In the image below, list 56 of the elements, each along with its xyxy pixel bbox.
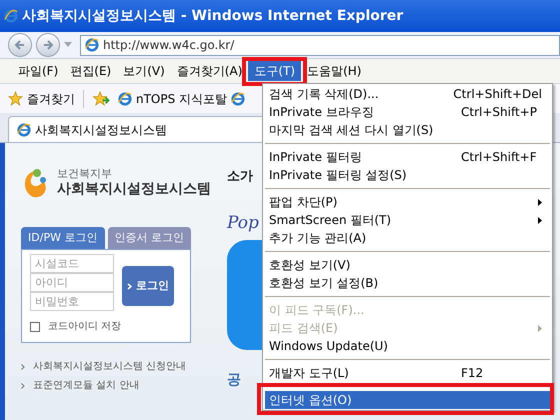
menu-bar-item[interactable]: 도움말(H) [301, 61, 368, 81]
menu-item[interactable]: Windows Update(U) [265, 337, 550, 355]
menu-bar-item[interactable]: 도구(T) [248, 61, 302, 81]
section-heading: 소가 [227, 168, 253, 186]
menu-item[interactable]: 마지막 검색 세션 다시 열기(S) [265, 121, 550, 139]
menu-item[interactable]: InPrivate 필터링 설정(S) [265, 166, 550, 184]
notice-heading: 공 [227, 371, 241, 390]
chevron-icon [21, 364, 25, 370]
favorites-button[interactable]: 즐겨찾기 [8, 90, 75, 108]
menu-bar-item[interactable]: 즐겨찾기(A) [170, 61, 248, 81]
checkbox[interactable] [30, 322, 40, 332]
submenu-arrow-icon [538, 216, 542, 224]
menu-bar-item[interactable]: 파일(F) [12, 61, 64, 81]
menu-item[interactable]: 호환성 보기(V) [265, 256, 550, 274]
menu-item[interactable]: 개발자 도구(L) F12 [265, 364, 550, 382]
address-field[interactable]: http://www.w4c.go.kr/ [80, 34, 560, 56]
window-title: 사회복지시설정보시스템 - Windows Internet Explorer [22, 6, 404, 26]
popup-title: Pop [227, 212, 259, 234]
page-icon [17, 122, 31, 136]
page-icon [231, 92, 246, 106]
menu-item[interactable]: SmartScreen 필터(T) [265, 211, 550, 229]
forward-arrow-icon [42, 39, 54, 51]
chevron-icon [127, 282, 132, 290]
forward-button[interactable] [36, 33, 60, 57]
menu-item[interactable]: InPrivate 필터링 Ctrl+Shift+F [265, 148, 550, 166]
menu-bar-item[interactable]: 편집(E) [64, 61, 118, 81]
menu-item[interactable]: 호환성 보기 설정(B) [265, 274, 550, 292]
info-link[interactable]: 표준연계모듈 설치 안내 [21, 378, 219, 393]
menu-item[interactable]: 팝업 차단(P) [265, 193, 550, 211]
submenu-arrow-icon [538, 198, 542, 206]
menu-item[interactable]: 검색 기록 삭제(D)... Ctrl+Shift+Del [265, 85, 550, 103]
browser-icon [4, 9, 18, 23]
login-button[interactable]: 로그인 [122, 266, 174, 306]
dropdown-icon[interactable] [64, 42, 72, 48]
login-tab[interactable]: ID/PW 로그인 [21, 227, 104, 249]
info-link[interactable]: 사회복지시설정보시스템 신청안내 [21, 359, 219, 374]
login-field[interactable]: 시설코드 [30, 254, 114, 273]
ministry-name: 보건복지부 [57, 167, 113, 182]
url-text: http://www.w4c.go.kr/ [103, 37, 234, 54]
chevron-icon [21, 382, 25, 388]
menu-item[interactable]: 추가 기능 관리(A) [265, 229, 550, 247]
login-field[interactable]: 아이디 [30, 273, 114, 292]
menu-bar-item[interactable]: 보기(V) [117, 61, 171, 81]
checkbox-label: 코드아이디 저장 [48, 320, 122, 334]
back-button[interactable] [8, 33, 32, 57]
page-icon [118, 92, 132, 106]
submenu-arrow-icon [538, 324, 542, 332]
favorites-link[interactable]: nTOPS 지식포탈 [118, 90, 228, 108]
site-name: 사회복지시설정보시스템 [57, 181, 211, 199]
star-icon [8, 91, 23, 106]
menu-item[interactable]: 인터넷 옵션(O) [265, 391, 550, 409]
menu-item[interactable]: InPrivate 브라우징 Ctrl+Shift+P [265, 103, 550, 121]
back-arrow-icon [14, 39, 26, 51]
login-field[interactable]: 비밀번호 [30, 292, 114, 311]
add-favorite-icon[interactable] [92, 91, 110, 106]
page-icon [85, 38, 99, 52]
